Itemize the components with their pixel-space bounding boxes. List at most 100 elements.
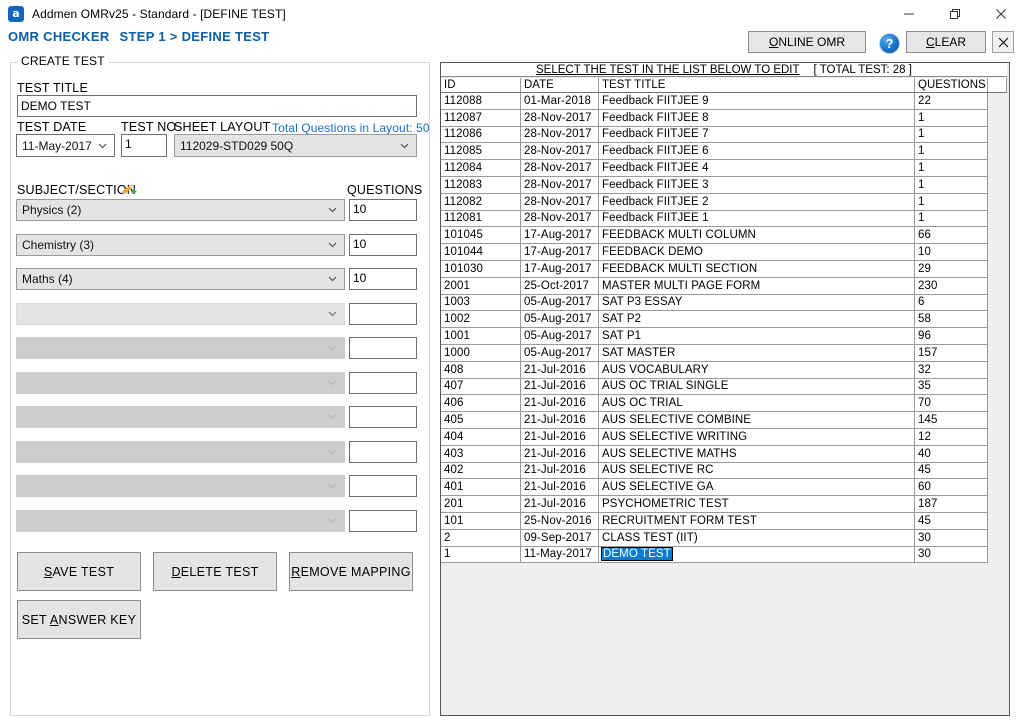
cell-spacer[interactable] xyxy=(988,109,1007,127)
cell-spacer[interactable] xyxy=(988,428,1007,446)
close-panel-button[interactable] xyxy=(992,31,1014,53)
cell-id[interactable]: 408 xyxy=(441,361,521,379)
cell-spacer[interactable] xyxy=(988,93,1007,110)
subject-section-dropdown-4[interactable] xyxy=(16,302,345,325)
cell-spacer[interactable] xyxy=(988,361,1007,379)
cell-title[interactable]: AUS SELECTIVE WRITING xyxy=(599,428,915,446)
questions-input-1[interactable]: 10 xyxy=(349,199,417,221)
table-row[interactable]: 101 25-Nov-2016 RECRUITMENT FORM TEST 45 xyxy=(441,512,1007,530)
cell-title[interactable]: AUS SELECTIVE RC xyxy=(599,462,915,480)
cell-spacer[interactable] xyxy=(988,193,1007,211)
cell-id[interactable]: 112082 xyxy=(441,193,521,211)
cell-questions[interactable]: 1 xyxy=(915,210,988,228)
table-row[interactable]: 402 21-Jul-2016 AUS SELECTIVE RC 45 xyxy=(441,462,1007,480)
cell-id[interactable]: 1000 xyxy=(441,344,521,362)
questions-input-9[interactable] xyxy=(349,475,417,497)
cell-date[interactable]: 21-Jul-2016 xyxy=(521,412,599,429)
cell-spacer[interactable] xyxy=(988,395,1007,413)
cell-spacer[interactable] xyxy=(988,294,1007,312)
cell-questions[interactable]: 60 xyxy=(915,479,988,497)
minimize-icon[interactable] xyxy=(886,0,932,27)
table-row[interactable]: 101045 17-Aug-2017 FEEDBACK MULTI COLUMN 66 xyxy=(441,227,1007,245)
questions-input-4[interactable] xyxy=(349,302,417,325)
test-date-dropdown[interactable]: 11-May-2017 xyxy=(16,134,115,157)
cell-date[interactable]: 11-May-2017 xyxy=(521,546,599,564)
table-row[interactable]: 1001 05-Aug-2017 SAT P1 96 xyxy=(441,328,1007,345)
table-row[interactable]: 403 21-Jul-2016 AUS SELECTIVE MATHS 40 xyxy=(441,445,1007,463)
cell-questions[interactable]: 12 xyxy=(915,428,988,446)
subject-section-dropdown-1[interactable]: Physics (2) xyxy=(16,199,345,221)
cell-id[interactable]: 101030 xyxy=(441,260,521,278)
cell-questions[interactable]: 10 xyxy=(915,244,988,261)
cell-title[interactable]: AUS SELECTIVE MATHS xyxy=(599,445,915,463)
cell-id[interactable]: 1001 xyxy=(441,328,521,345)
cell-questions[interactable]: 157 xyxy=(915,344,988,362)
test-no-input[interactable]: 1 xyxy=(121,134,167,157)
table-row[interactable]: 2 09-Sep-2017 CLASS TEST (IIT) 30 xyxy=(441,529,1007,547)
column-header-spacer[interactable] xyxy=(988,78,1007,93)
cell-questions[interactable]: 45 xyxy=(915,512,988,530)
cell-title[interactable]: CLASS TEST (IIT) xyxy=(599,529,915,547)
cell-id[interactable]: 1 xyxy=(441,546,521,564)
cell-spacer[interactable] xyxy=(988,260,1007,278)
cell-title[interactable]: AUS SELECTIVE GA xyxy=(599,479,915,497)
cell-id[interactable]: 404 xyxy=(441,428,521,446)
cell-spacer[interactable] xyxy=(988,227,1007,245)
table-row[interactable]: 112081 28-Nov-2017 Feedback FIITJEE 11 xyxy=(441,210,1007,228)
save-test-button[interactable]: SAVE TEST xyxy=(17,552,141,591)
cell-questions[interactable]: 145 xyxy=(915,412,988,429)
cell-title[interactable]: DEMO TEST xyxy=(599,546,915,564)
cell-id[interactable]: 407 xyxy=(441,378,521,396)
questions-input-7[interactable] xyxy=(349,406,417,428)
cell-spacer[interactable] xyxy=(988,529,1007,547)
cell-id[interactable]: 201 xyxy=(441,496,521,513)
cell-questions[interactable]: 29 xyxy=(915,260,988,278)
cell-id[interactable]: 405 xyxy=(441,412,521,429)
cell-questions[interactable]: 1 xyxy=(915,109,988,127)
cell-date[interactable]: 05-Aug-2017 xyxy=(521,311,599,329)
close-icon[interactable] xyxy=(978,0,1024,27)
set-answer-key-button[interactable]: SET ANSWER KEY xyxy=(17,600,141,639)
table-row[interactable]: 408 21-Jul-2016 AUS VOCABULARY 32 xyxy=(441,361,1007,379)
cell-spacer[interactable] xyxy=(988,496,1007,513)
cell-id[interactable]: 101045 xyxy=(441,227,521,245)
table-row[interactable]: 112083 28-Nov-2017 Feedback FIITJEE 31 xyxy=(441,176,1007,194)
help-icon[interactable]: ? xyxy=(879,33,900,54)
cell-date[interactable]: 25-Nov-2016 xyxy=(521,512,599,530)
cell-questions[interactable]: 32 xyxy=(915,361,988,379)
questions-input-10[interactable] xyxy=(349,509,417,532)
cell-spacer[interactable] xyxy=(988,210,1007,228)
cell-spacer[interactable] xyxy=(988,445,1007,463)
table-row[interactable]: 407 21-Jul-2016 AUS OC TRIAL SINGLE 35 xyxy=(441,378,1007,396)
cell-questions[interactable]: 40 xyxy=(915,445,988,463)
cell-title[interactable]: FEEDBACK DEMO xyxy=(599,244,915,261)
sheet-layout-dropdown[interactable]: 112029-STD029 50Q xyxy=(174,134,417,157)
cell-questions[interactable]: 1 xyxy=(915,126,988,144)
cell-date[interactable]: 21-Jul-2016 xyxy=(521,428,599,446)
cell-id[interactable]: 1002 xyxy=(441,311,521,329)
cell-spacer[interactable] xyxy=(988,126,1007,144)
cell-date[interactable]: 17-Aug-2017 xyxy=(521,260,599,278)
cell-id[interactable]: 406 xyxy=(441,395,521,413)
cell-id[interactable]: 403 xyxy=(441,445,521,463)
table-row[interactable]: 1000 05-Aug-2017 SAT MASTER 157 xyxy=(441,344,1007,362)
cell-title[interactable]: AUS OC TRIAL SINGLE xyxy=(599,378,915,396)
cell-spacer[interactable] xyxy=(988,143,1007,161)
cell-title[interactable]: Feedback FIITJEE 3 xyxy=(599,176,915,194)
cell-title[interactable]: Feedback FIITJEE 8 xyxy=(599,109,915,127)
cell-questions[interactable]: 30 xyxy=(915,529,988,547)
remove-mapping-button[interactable]: REMOVE MAPPING xyxy=(289,552,413,591)
pencil-add-icon[interactable] xyxy=(120,182,137,196)
cell-date[interactable]: 09-Sep-2017 xyxy=(521,529,599,547)
table-row[interactable]: 405 21-Jul-2016 AUS SELECTIVE COMBINE 145 xyxy=(441,412,1007,429)
cell-title[interactable]: FEEDBACK MULTI COLUMN xyxy=(599,227,915,245)
cell-title[interactable]: RECRUITMENT FORM TEST xyxy=(599,512,915,530)
cell-questions[interactable]: 1 xyxy=(915,193,988,211)
table-row[interactable]: 112084 28-Nov-2017 Feedback FIITJEE 41 xyxy=(441,160,1007,177)
cell-spacer[interactable] xyxy=(988,344,1007,362)
cell-id[interactable]: 2001 xyxy=(441,277,521,295)
questions-input-6[interactable] xyxy=(349,371,417,394)
cell-date[interactable]: 25-Oct-2017 xyxy=(521,277,599,295)
table-row[interactable]: 406 21-Jul-2016 AUS OC TRIAL 70 xyxy=(441,395,1007,413)
cell-title[interactable]: Feedback FIITJEE 6 xyxy=(599,143,915,161)
